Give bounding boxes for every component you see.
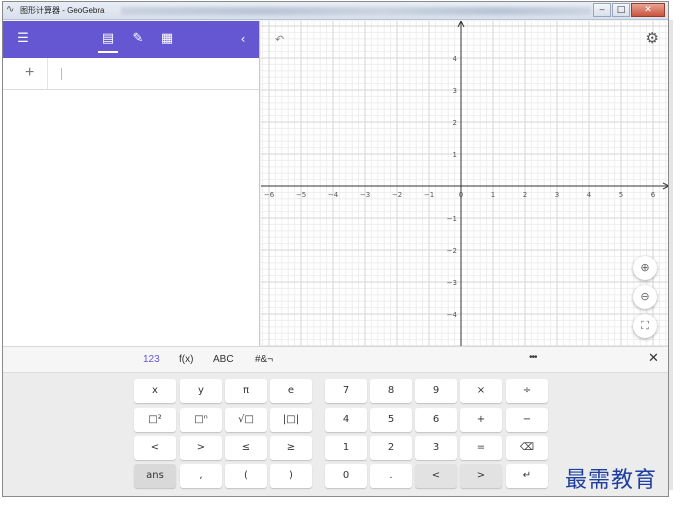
key-minus[interactable]: − [506,408,548,432]
x-tick-label: −1 [424,191,434,199]
x-tick-label: −2 [392,191,402,199]
key-1[interactable]: 1 [325,436,367,460]
zoom-out-icon: ⊖ [640,290,650,303]
x-tick-label: 1 [491,191,495,199]
active-tab-indicator [98,51,118,53]
key-7[interactable]: 7 [325,379,367,403]
close-window-button[interactable]: ✕ [631,3,665,17]
key-y[interactable]: y [180,379,222,403]
key-8[interactable]: 8 [370,379,412,403]
window-controls: ‒ □ ✕ [593,3,665,17]
x-tick-label: 5 [619,191,623,199]
x-tick-label: −6 [264,191,275,199]
minor-grid [261,21,668,346]
x-tick-label: 4 [587,191,592,199]
key-4[interactable]: 4 [325,408,367,432]
minimize-button[interactable]: ‒ [593,3,611,17]
key-5[interactable]: 5 [370,408,412,432]
algebra-input-row: + [3,58,259,90]
key-right-paren[interactable]: ) [270,464,312,488]
more-options-icon[interactable]: ••• [529,352,537,363]
algebra-panel: ☰ ▤ ✎ ▦ ‹ + [3,21,260,346]
key-3[interactable]: 3 [415,436,457,460]
key-e[interactable]: e [270,379,312,403]
x-tick-label: 0 [459,191,463,199]
maximize-button[interactable]: □ [612,3,630,17]
key-power[interactable]: □ⁿ [180,408,222,432]
keyboard-tab-symbols[interactable]: #&¬ [255,354,273,365]
algebra-input[interactable] [61,65,241,83]
app-toolbar: ☰ ▤ ✎ ▦ ‹ [3,21,259,58]
key-abs[interactable]: |□| [270,408,312,432]
keyboard-tab-abc[interactable]: ABC [213,354,234,365]
y-tick-label: −1 [447,215,457,223]
key-less[interactable]: < [134,436,176,460]
key-multiply[interactable]: × [460,379,502,403]
x-tick-label: 6 [651,191,656,199]
undo-icon[interactable]: ↶ [275,33,284,46]
geogebra-app-icon: ∿ [6,4,15,15]
y-tick-label: −4 [447,311,458,319]
x-tick-label: 2 [523,191,527,199]
key-0[interactable]: 0 [325,464,367,488]
gear-icon[interactable]: ⚙ [646,29,659,47]
blurred-title-region [121,7,591,15]
y-tick-label: 3 [453,87,457,95]
menu-icon[interactable]: ☰ [13,31,33,47]
key-x[interactable]: x [134,379,176,403]
watermark-text: 最需教育 [565,468,658,493]
key-leq[interactable]: ≤ [225,436,267,460]
coordinate-grid[interactable]: −6 −5 −4 −3 −2 −1 0 1 2 3 4 5 6 4 3 2 1 −1 −2 −3 −4 [261,21,669,346]
fullscreen-icon: ⛶ [641,319,649,332]
zoom-in-icon: ⊕ [640,261,650,274]
key-enter[interactable]: ↵ [506,464,548,488]
key-backspace[interactable]: ⌫ [506,436,548,460]
key-comma[interactable]: , [180,464,222,488]
fullscreen-button[interactable]: ⛶ [633,314,657,338]
y-tick-label: 1 [453,151,457,159]
key-pi[interactable]: π [225,379,267,403]
key-2[interactable]: 2 [370,436,412,460]
keyboard-tab-123[interactable]: 123 [143,354,160,365]
key-decimal-point[interactable]: . [370,464,412,488]
keyboard-tab-fx[interactable]: f(x) [179,354,193,365]
key-cursor-left[interactable]: < [415,464,457,488]
key-square[interactable]: □² [134,408,176,432]
close-keyboard-icon[interactable]: ✕ [648,351,659,366]
graphics-view[interactable]: −6 −5 −4 −3 −2 −1 0 1 2 3 4 5 6 4 3 2 1 −1 −2 −3 −4 ↶ ⚙ ⊕ ⊖… [261,21,669,346]
key-sqrt[interactable]: √□ [225,408,267,432]
key-greater[interactable]: > [180,436,222,460]
window-title: 图形计算器 - GeoGebra [20,6,105,15]
input-divider [47,58,48,89]
x-tick-label: −3 [360,191,370,199]
key-geq[interactable]: ≥ [270,436,312,460]
x-tick-label: 3 [555,191,559,199]
key-6[interactable]: 6 [415,408,457,432]
y-tick-label: −2 [447,247,457,255]
table-icon[interactable]: ▦ [157,31,177,47]
key-divide[interactable]: ÷ [506,379,548,403]
tools-icon[interactable]: ✎ [128,31,148,47]
zoom-out-button[interactable]: ⊖ [633,285,657,309]
x-tick-label: −5 [296,191,306,199]
y-tick-label: 4 [453,55,458,63]
key-left-paren[interactable]: ( [225,464,267,488]
y-tick-label: 2 [453,119,457,127]
chevron-left-icon[interactable]: ‹ [235,31,251,47]
keyboard-tabs: 123 f(x) ABC #&¬ ••• ✕ [3,347,668,373]
x-tick-label: −4 [328,191,339,199]
title-bar[interactable]: ∿ 图形计算器 - GeoGebra ‒ □ ✕ [3,2,668,20]
key-ans[interactable]: ans [134,464,176,488]
y-tick-label: −3 [447,279,457,287]
key-equals[interactable]: = [460,436,502,460]
key-9[interactable]: 9 [415,379,457,403]
geogebra-window: ∿ 图形计算器 - GeoGebra ‒ □ ✕ ☰ ▤ ✎ ▦ ‹ + −6 … [2,1,669,497]
key-cursor-right[interactable]: > [460,464,502,488]
algebra-icon[interactable]: ▤ [98,31,118,47]
page-scrollbar[interactable] [669,20,673,490]
add-item-icon[interactable]: + [25,64,34,82]
key-plus[interactable]: + [460,408,502,432]
zoom-in-button[interactable]: ⊕ [633,256,657,280]
